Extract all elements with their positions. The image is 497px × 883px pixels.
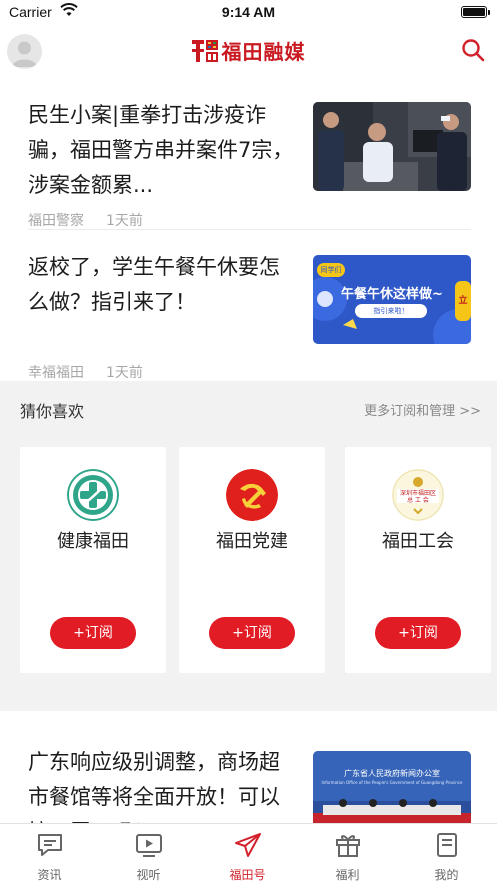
news-meta: 福田警察 1天前 [28,210,143,230]
logo-mark-icon [191,39,218,62]
recommend-card[interactable]: 福田党建 +订阅 [179,447,325,673]
status-bar: Carrier 9:14 AM [0,0,497,26]
news-source: 福田警察 [28,213,84,229]
news-thumbnail[interactable]: 同学们 午餐午休这样做~ 指引来啦！ 立 [313,255,471,344]
news-title[interactable]: 民生小案|重拳打击涉疫诈骗，福田警方串并案件7宗，涉案金额累... [28,98,296,203]
recommend-title: 猜你喜欢 [20,402,85,421]
union-badge-line1: 深圳市福田区 [399,490,436,497]
banner-headline: 午餐午休这样做~ [341,287,443,302]
party-emblem-icon [226,469,278,521]
tab-welfare[interactable]: 福利 [298,824,397,883]
subscribe-button[interactable]: +订阅 [209,617,295,649]
news-item[interactable]: 广东响应级别调整，商场超市餐馆等将全面开放！可以摘口罩了吗？ 广东省人民政府新闻… [0,711,497,823]
recommend-card[interactable]: 深圳市福田区 总 工 会 福田工会 +订阅 [345,447,491,673]
app-header: 福田融媒 [0,26,497,78]
card-name: 福田党建 [216,531,288,552]
profile-doc-icon [436,833,457,857]
banner-side: 立 [458,296,468,306]
news-thumbnail[interactable] [313,102,471,191]
recommend-card[interactable]: 健康福田 +订阅 [20,447,166,673]
news-title[interactable]: 返校了，学生午餐午休要怎么做？指引来了！ [28,250,296,320]
video-play-icon [135,834,162,857]
tab-profile[interactable]: 我的 [397,824,496,883]
gift-icon [335,835,360,857]
paper-plane-icon [234,833,261,857]
app-logo: 福田融媒 [0,36,497,66]
tab-futian-hao[interactable]: 福田号 [198,824,297,883]
news-thumbnail[interactable]: 广东省人民政府新闻办公室 Information Office of the P… [313,751,471,823]
news-time: 1天前 [106,365,143,381]
union-emblem-icon: 深圳市福田区 总 工 会 [392,469,444,521]
banner-tag: 同学们 [320,266,342,274]
press-subtitle: Information Office of the People's Gover… [321,780,463,785]
health-cross-icon [67,469,119,521]
news-time: 1天前 [106,213,143,229]
logo-text: 福田融媒 [221,40,306,64]
card-name: 健康福田 [57,531,129,552]
subscribe-button[interactable]: +订阅 [50,617,136,649]
news-meta: 幸福福田 1天前 [28,362,143,382]
tab-label: 福利 [335,868,360,882]
battery-icon [461,6,490,18]
subscribe-button[interactable]: +订阅 [375,617,461,649]
card-name: 福田工会 [382,531,454,552]
tab-label: 福田号 [229,868,266,882]
tab-label: 我的 [434,868,459,882]
news-item[interactable]: 返校了，学生午餐午休要怎么做？指引来了！ 同学们 午餐午休这样做~ 指引来啦！ … [0,230,497,381]
union-badge-line2: 总 工 会 [407,497,429,504]
tab-video[interactable]: 视听 [99,824,198,883]
tab-label: 视听 [136,868,161,882]
police-office-photo [313,102,471,191]
news-source: 幸福福田 [28,365,84,381]
recommend-section: 猜你喜欢 更多订阅和管理 >> 健康福田 +订阅 福田党建 +订阅 深圳市福田区… [0,381,497,711]
press-conference-photo [313,751,471,823]
news-item[interactable]: 民生小案|重拳打击涉疫诈骗，福田警方串并案件7宗，涉案金额累... 福田警察 1天… [0,78,497,230]
banner-button: 指引来啦！ [373,307,409,315]
tab-label: 资讯 [37,868,62,882]
search-icon[interactable] [461,38,485,62]
news-title[interactable]: 广东响应级别调整，商场超市餐馆等将全面开放！可以摘口罩了吗？ [28,745,296,823]
news-chat-icon [37,834,62,856]
clock: 9:14 AM [221,4,276,20]
press-title: 广东省人民政府新闻办公室 [344,769,440,778]
tab-news[interactable]: 资讯 [0,824,99,883]
more-subscriptions-link[interactable]: 更多订阅和管理 >> [364,400,481,419]
bottom-tab-bar: 资讯 视听 福田号 福利 我的 [0,823,497,883]
